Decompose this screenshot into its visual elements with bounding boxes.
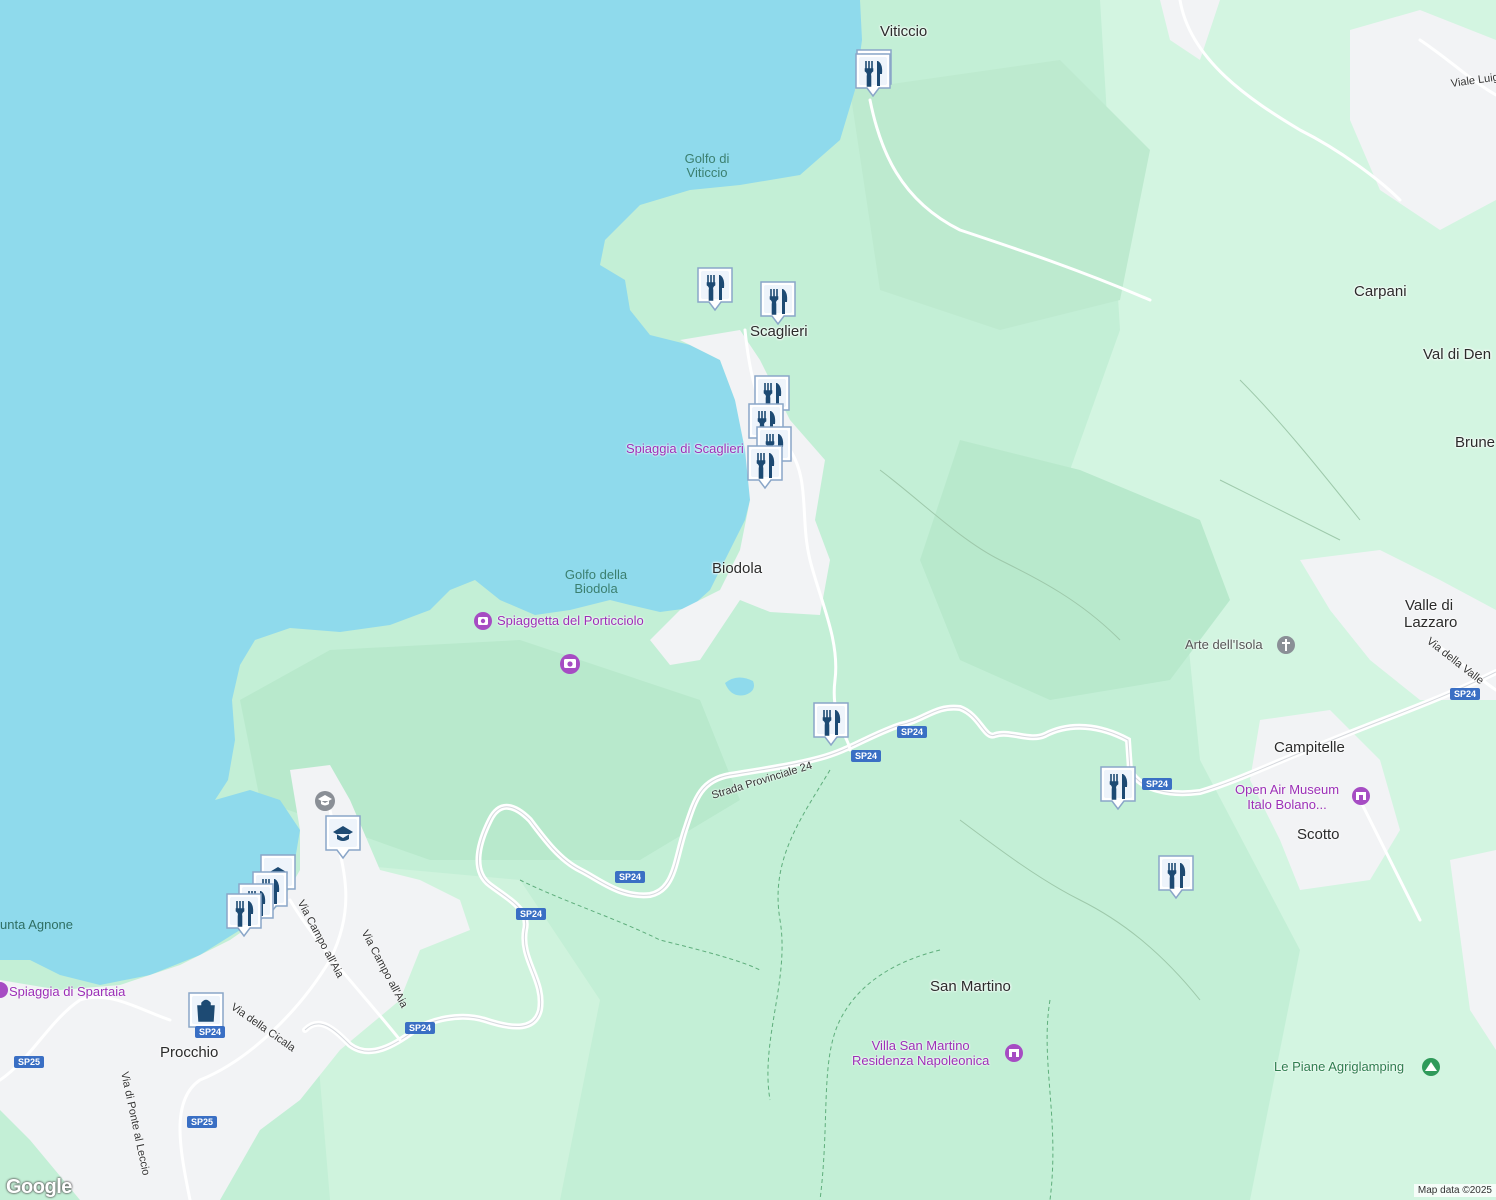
place-label-campitelle: Campitelle: [1274, 739, 1345, 756]
museum-icon[interactable]: [1005, 1044, 1023, 1062]
museum-icon[interactable]: [1352, 787, 1370, 805]
place-label-scotto: Scotto: [1297, 826, 1340, 843]
church-icon[interactable]: [1277, 636, 1295, 654]
poi-label-villa-san-martino[interactable]: Villa San Martino Residenza Napoleonica: [852, 1038, 989, 1068]
poi-label-spiaggia-scaglieri[interactable]: Spiaggia di Scaglieri: [626, 441, 744, 456]
road-shield-sp24: SP24: [615, 871, 646, 883]
camera-icon[interactable]: [474, 612, 492, 630]
road-shield-sp25: SP25: [14, 1056, 45, 1068]
poi-label-spiaggia-spartaia[interactable]: Spiaggia di Spartaia: [9, 984, 125, 999]
road-shield-sp24: SP24: [1142, 778, 1173, 790]
school-icon[interactable]: [315, 791, 335, 811]
google-logo: Google: [6, 1176, 72, 1198]
water-label-golfo-biodola: Golfo della Biodola: [564, 567, 628, 596]
place-label-valle-di: Valle di: [1405, 597, 1454, 614]
campground-icon[interactable]: [1422, 1058, 1440, 1076]
poi-label-arte-isola[interactable]: Arte dell'Isola: [1185, 637, 1263, 652]
road-shield-sp25: SP25: [187, 1116, 218, 1128]
place-label-procchio: Procchio: [160, 1044, 219, 1061]
water-label-punta-agnone: unta Agnone: [0, 917, 74, 932]
road-shield-sp24: SP24: [851, 750, 882, 762]
road-shield-sp24: SP24: [516, 908, 547, 920]
place-label-lazzaro: Lazzaro: [1404, 614, 1458, 631]
road-shield-sp24: SP24: [195, 1026, 226, 1038]
road-shield-sp24: SP24: [405, 1022, 436, 1034]
road-shield-sp24: SP24: [897, 726, 928, 738]
road-shield-sp24: SP24: [1450, 688, 1481, 700]
map-attribution[interactable]: Map data ©2025: [1413, 1184, 1496, 1197]
place-label-carpani: Carpani: [1354, 283, 1407, 300]
water-label-golfo-viticcio: Golfo di Viticcio: [684, 151, 730, 180]
place-label-biodola: Biodola: [712, 560, 763, 577]
place-label-scaglieri: Scaglieri: [750, 323, 808, 340]
place-label-viticcio: Viticcio: [880, 23, 928, 40]
place-label-san-martino: San Martino: [930, 978, 1011, 995]
map-canvas[interactable]: [0, 0, 1496, 1200]
place-label-val-di-den: Val di Den: [1423, 346, 1492, 363]
poi-label-spiaggetta[interactable]: Spiaggetta del Porticciolo: [497, 613, 644, 628]
poi-label-agriglamping[interactable]: Le Piane Agriglamping: [1274, 1059, 1404, 1074]
place-label-brune: Brune: [1455, 434, 1496, 451]
camera-icon[interactable]: [560, 654, 580, 674]
poi-label-museum[interactable]: Open Air Museum Italo Bolano...: [1235, 782, 1339, 812]
